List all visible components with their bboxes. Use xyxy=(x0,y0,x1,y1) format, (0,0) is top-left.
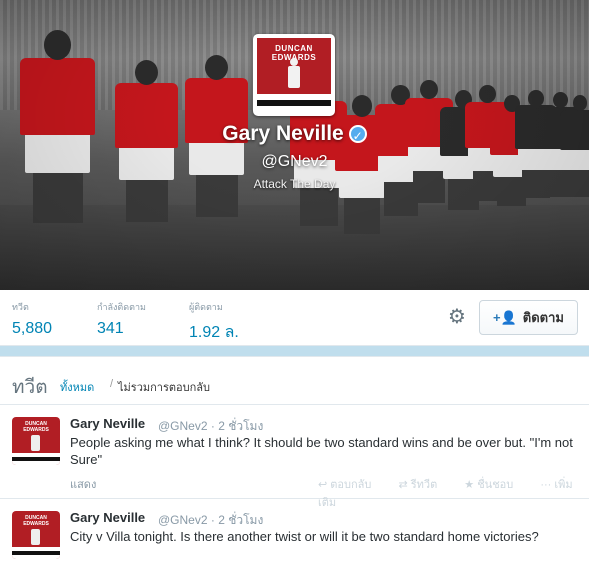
avatar-figure-icon xyxy=(290,58,298,66)
tweet-avatar[interactable]: DUNCAN EDWARDS xyxy=(12,511,60,559)
profile-name-row: Gary Neville ✓ xyxy=(0,122,589,146)
stat-following[interactable]: กำลังติดตาม 341 xyxy=(97,300,146,338)
tweet-item[interactable]: DUNCAN EDWARDS Gary Neville @GNev2 · 2 ชั… xyxy=(0,499,589,572)
add-user-icon: +👤 xyxy=(493,310,517,325)
tweet-text: People asking me what I think? It should… xyxy=(70,435,573,467)
stat-followers[interactable]: ผู้ติดตาม 1.92 ล. xyxy=(189,300,239,345)
favorite-button[interactable]: ★ ชื่นชอบ xyxy=(464,479,525,491)
tab-all[interactable]: ทั้งหมด xyxy=(60,378,94,396)
gear-icon[interactable]: ⚙ xyxy=(446,306,468,328)
tab-separator: / xyxy=(110,378,114,390)
tab-no-replies[interactable]: ไม่รวมการตอบกลับ xyxy=(118,378,210,396)
reply-button[interactable]: ↩ ตอบกลับ xyxy=(318,479,383,491)
verified-badge-icon: ✓ xyxy=(348,125,367,143)
timeline-title: ทวีต xyxy=(12,377,48,398)
timeline-header: ทวีต ทั้งหมด / ไม่รวมการตอบกลับ xyxy=(0,357,589,405)
tweet-expand-link[interactable]: แสดง xyxy=(70,475,96,493)
profile-bio: Attack The Day xyxy=(253,177,336,191)
tweet-text: City v Villa tonight. Is there another t… xyxy=(70,529,539,544)
profile-handle[interactable]: @GNev2 xyxy=(0,153,589,171)
retweet-button[interactable]: ⇄ รีทวีต xyxy=(398,479,449,491)
tweet-avatar[interactable]: DUNCAN EDWARDS xyxy=(12,417,60,465)
profile-header: DUNCANEDWARDS Gary Neville ✓ @GNev2 Attac… xyxy=(0,0,589,290)
follow-button[interactable]: +👤 ติดตาม xyxy=(479,300,578,335)
tweet-item[interactable]: DUNCAN EDWARDS Gary Neville @GNev2 · 2 ชั… xyxy=(0,405,589,509)
tweet-author-name[interactable]: Gary Neville xyxy=(70,416,145,431)
stat-tweets[interactable]: ทวีต 5,880 xyxy=(12,300,52,338)
tweet-author-name[interactable]: Gary Neville xyxy=(70,510,145,525)
timeline: ทวีต ทั้งหมด / ไม่รวมการตอบกลับ DUNCAN ED… xyxy=(0,356,589,572)
profile-avatar[interactable]: DUNCANEDWARDS xyxy=(253,34,335,116)
profile-name[interactable]: Gary Neville xyxy=(222,122,343,145)
